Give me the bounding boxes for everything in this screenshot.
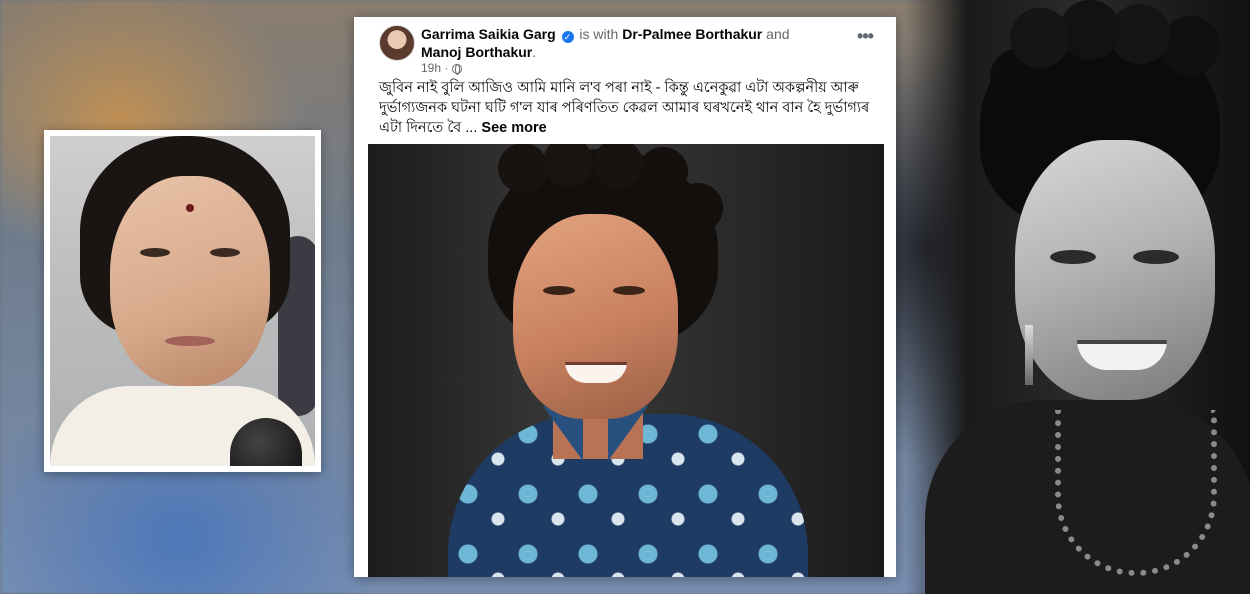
- more-dots-icon: •••: [857, 26, 874, 46]
- post-body: জুবিন নাই বুলি আজিও আমি মানি ল'ব পৰা নাই…: [379, 78, 879, 138]
- post-text: জুবিন নাই বুলি আজিও আমি মানি ল'ব পৰা নাই…: [379, 80, 870, 136]
- tagged-suffix: .: [532, 44, 537, 60]
- singer-bw-eye-left: [1050, 250, 1096, 264]
- post-header: Garrima Saikia Garg ✓ is with Dr-Palmee …: [354, 17, 896, 77]
- author-avatar[interactable]: [379, 25, 415, 61]
- author-name-link[interactable]: Garrima Saikia Garg: [421, 26, 556, 42]
- more-options-button[interactable]: •••: [852, 26, 878, 49]
- woman-eye-right: [210, 248, 240, 257]
- woman-face: [110, 176, 270, 386]
- singer-bw-chain: [1055, 410, 1217, 576]
- singer-bw-photo: [905, 0, 1250, 594]
- singer-eye-left: [543, 286, 575, 295]
- woman-eye-left: [140, 248, 170, 257]
- post-meta: 19h ·: [421, 61, 463, 75]
- and-text: and: [766, 26, 790, 42]
- singer-bw-earring: [1025, 325, 1033, 385]
- tagged-person-1-link[interactable]: Dr-Palmee Borthakur: [622, 26, 762, 42]
- post-timestamp[interactable]: 19h ·: [421, 61, 448, 75]
- with-text: is with: [579, 26, 619, 42]
- singer-smile: [565, 362, 627, 383]
- tagged-person-2-link[interactable]: Manoj Borthakur: [421, 44, 532, 60]
- woman-photo-frame: [44, 130, 321, 472]
- singer-bw-face: [1015, 140, 1215, 400]
- facebook-post-card: Garrima Saikia Garg ✓ is with Dr-Palmee …: [354, 17, 896, 577]
- verified-badge-icon: ✓: [561, 31, 574, 43]
- globe-icon: [452, 64, 463, 75]
- woman-photo: [50, 136, 315, 466]
- singer-bw-smile: [1077, 340, 1167, 370]
- singer-eye-right: [613, 286, 645, 295]
- singer-bw-eye-right: [1133, 250, 1179, 264]
- see-more-link[interactable]: See more: [481, 120, 546, 136]
- author-line: Garrima Saikia Garg ✓ is with Dr-Palmee …: [421, 25, 821, 61]
- woman-bindi: [186, 204, 194, 212]
- woman-mouth: [165, 336, 215, 346]
- singer-face: [513, 214, 678, 419]
- post-image[interactable]: [368, 144, 884, 577]
